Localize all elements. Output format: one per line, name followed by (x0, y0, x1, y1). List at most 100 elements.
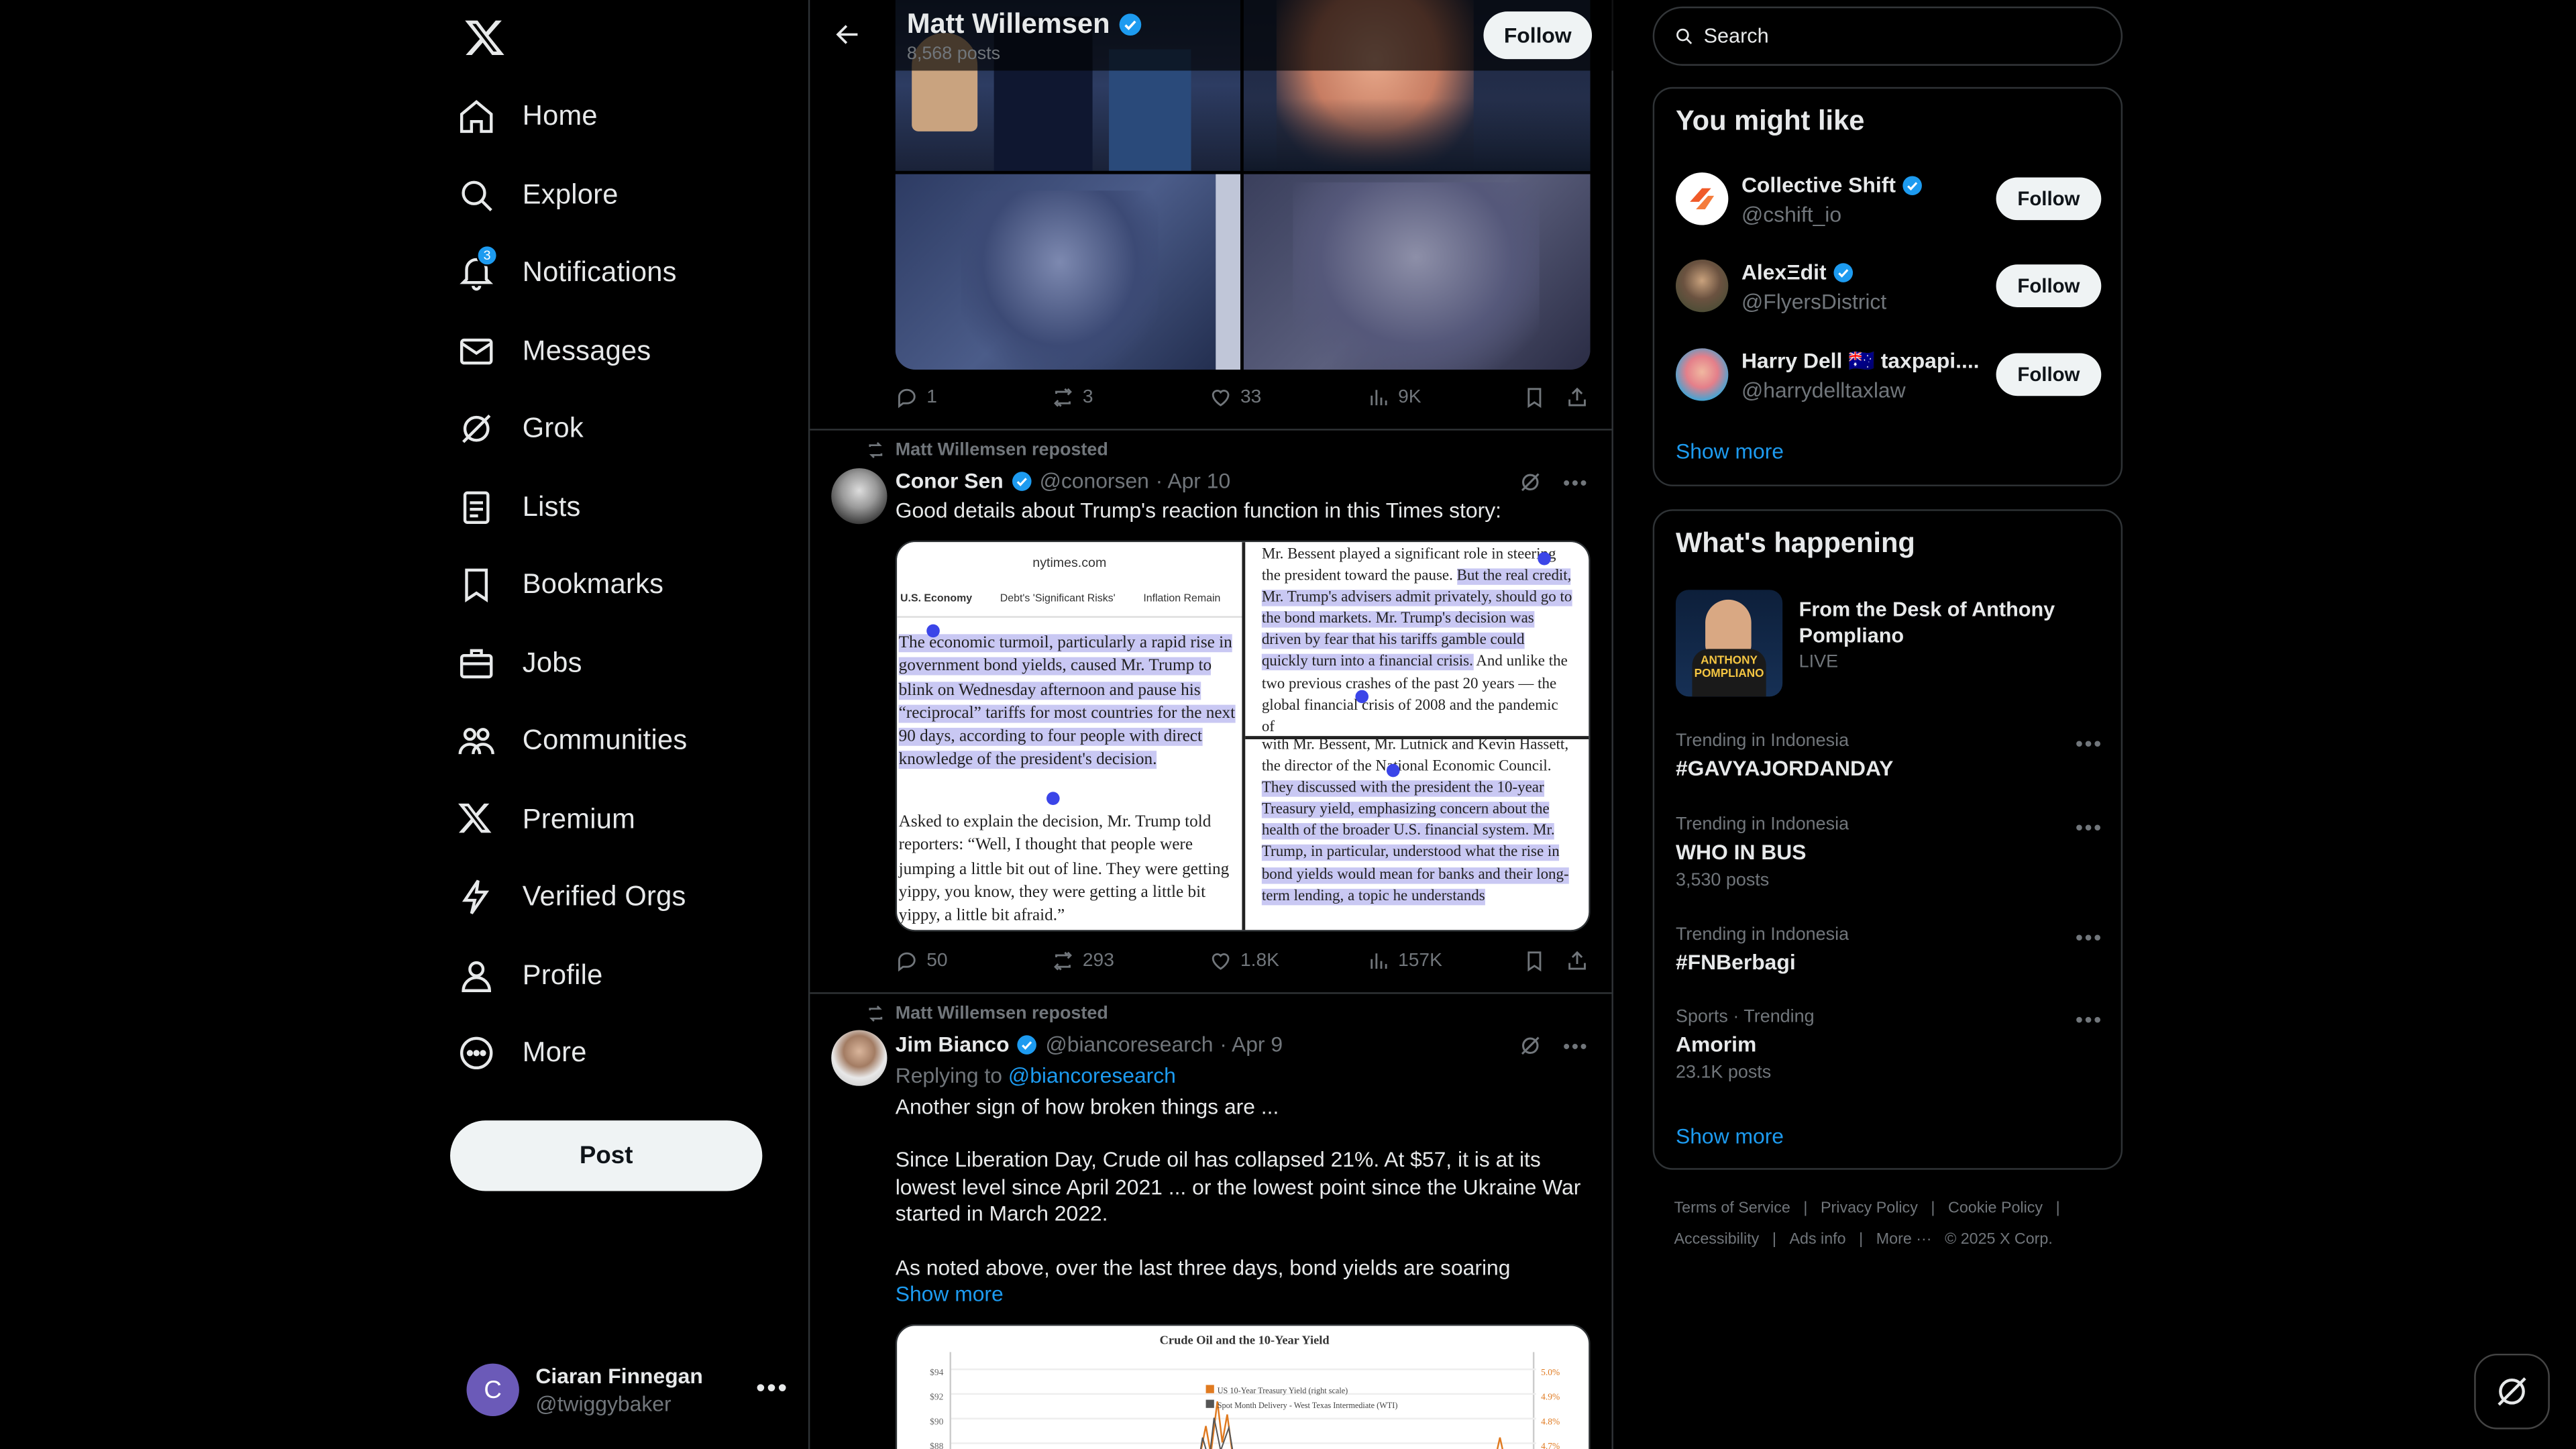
suggested-user-handle: @harrydelltaxlaw (1741, 378, 1906, 403)
tweet-image-nyt[interactable]: nytimes.com U.S. Economy Debt's 'Signifi… (895, 540, 1591, 932)
footer-link[interactable]: Accessibility (1674, 1230, 1760, 1248)
bookmark-button[interactable] (1523, 950, 1546, 973)
share-button[interactable] (1566, 950, 1589, 973)
more-dots-icon[interactable]: ••• (2076, 1007, 2103, 1032)
selection-handle[interactable] (1355, 690, 1369, 704)
nav-more[interactable]: More (457, 1020, 587, 1086)
nav-grok[interactable]: Grok (457, 396, 584, 462)
like-button[interactable]: 33 (1209, 386, 1261, 409)
footer-link[interactable]: Terms of Service (1674, 1199, 1790, 1218)
grok-icon[interactable] (1519, 470, 1544, 494)
more-dots-icon[interactable]: ••• (2076, 731, 2103, 756)
nav-notifications[interactable]: 3 Notifications (457, 240, 677, 306)
nav-lists[interactable]: Lists (457, 475, 581, 541)
footer-link[interactable]: Cookie Policy (1948, 1199, 2043, 1218)
avatar[interactable] (831, 468, 888, 525)
event-title: From the Desk of Anthony Pompliano (1799, 598, 2055, 647)
tweet-photo-4[interactable] (1243, 174, 1591, 370)
tweet-date[interactable]: · Apr 10 (1156, 468, 1231, 493)
tweet-menu: ••• (1519, 1033, 1589, 1058)
views-button[interactable]: 9K (1367, 386, 1421, 409)
author-name[interactable]: Jim Bianco (896, 1032, 1010, 1057)
more-dots-icon[interactable]: ••• (2076, 925, 2103, 950)
repost-indicator[interactable]: Matt Willemsen reposted (866, 440, 1108, 460)
nav-profile[interactable]: Profile (457, 943, 603, 1009)
nyt-highlighted-paragraph: The economic turmoil, particularly a rap… (898, 634, 1236, 770)
nav-messages[interactable]: Messages (457, 319, 651, 384)
heart-icon (1209, 386, 1232, 409)
left-nav: Home Explore 3 Notifications Messages Gr… (440, 0, 805, 1449)
suggested-user[interactable]: Harry Dell 🇦🇺 taxpapi.... @harrydelltaxl… (1675, 341, 2103, 407)
x-logo-icon[interactable] (464, 16, 506, 59)
selection-handle[interactable] (1386, 763, 1400, 777)
repost-button[interactable]: 3 (1051, 386, 1093, 409)
avatar[interactable] (831, 1030, 888, 1086)
grok-button[interactable] (2474, 1353, 2550, 1430)
grok-icon (2492, 1372, 2532, 1411)
account-switcher[interactable]: C Ciaran Finnegan @twiggybaker ••• (466, 1357, 789, 1423)
nav-premium[interactable]: Premium (457, 787, 635, 853)
more-dots-icon[interactable]: ••• (1563, 471, 1589, 494)
nav-explore[interactable]: Explore (457, 162, 619, 228)
chart-tick-label: 4.8% (1541, 1417, 1560, 1428)
more-dots-icon[interactable]: ••• (2076, 815, 2103, 840)
nyt-tabs: U.S. Economy Debt's 'Significant Risks' … (897, 582, 1242, 618)
suggested-user-name: Collective Shift (1741, 172, 1924, 197)
selection-handle[interactable] (926, 624, 940, 638)
replying-to-link[interactable]: @biancoresearch (1008, 1063, 1176, 1088)
show-more-link[interactable]: Show more (1676, 1124, 1784, 1148)
back-arrow-icon[interactable] (833, 19, 863, 49)
author-handle[interactable]: @conorsen (1040, 468, 1149, 493)
follow-button[interactable]: Follow (1996, 177, 2102, 221)
post-button[interactable]: Post (450, 1120, 763, 1191)
suggested-user[interactable]: AlexΞdit @FlyersDistrict Follow (1675, 253, 2103, 319)
share-button[interactable] (1566, 386, 1589, 409)
more-dots-icon[interactable]: ••• (756, 1375, 789, 1405)
author-handle[interactable]: @biancoresearch (1045, 1032, 1213, 1057)
selection-handle[interactable] (1046, 792, 1060, 806)
event-thumbnail: ANTHONY POMPLIANO (1675, 590, 1783, 697)
tweet-photo-3[interactable] (895, 174, 1240, 370)
show-more-link[interactable]: Show more (1676, 439, 1784, 464)
reply-icon (896, 950, 918, 973)
trend-context: Trending in Indonesia (1675, 814, 1849, 835)
trend-item[interactable]: Sports · Trending Amorim 23.1K posts ••• (1676, 1007, 2103, 1083)
reply-button[interactable]: 1 (896, 386, 937, 409)
nav-bookmarks[interactable]: Bookmarks (457, 552, 663, 618)
nav-communities[interactable]: Communities (457, 708, 688, 774)
trend-item[interactable]: Trending in Indonesia #FNBerbagi ••• (1676, 925, 2103, 974)
follow-button[interactable]: Follow (1483, 11, 1593, 60)
show-more-link[interactable]: Show more (896, 1281, 1594, 1308)
suggested-user[interactable]: Collective Shift @cshift_io Follow (1675, 166, 2103, 231)
trend-item[interactable]: Trending in Indonesia WHO IN BUS 3,530 p… (1676, 815, 2103, 891)
follow-button[interactable]: Follow (1996, 353, 2102, 396)
like-button[interactable]: 1.8K (1209, 950, 1279, 973)
grok-icon (457, 409, 496, 449)
footer-link[interactable]: More ··· (1876, 1230, 1932, 1248)
replying-to: Replying to @biancoresearch (896, 1063, 1594, 1090)
avatar: C (466, 1363, 519, 1417)
grok-icon[interactable] (1519, 1033, 1544, 1058)
search-input[interactable]: Search (1652, 6, 2123, 66)
more-dots-icon[interactable]: ••• (1563, 1034, 1589, 1057)
trend-item[interactable]: Trending in Indonesia #GAVYAJORDANDAY ••… (1676, 731, 2103, 780)
follow-button[interactable]: Follow (1996, 264, 2102, 307)
nav-premium-label: Premium (522, 803, 636, 835)
bookmark-icon (1523, 950, 1546, 973)
views-button[interactable]: 157K (1367, 950, 1442, 973)
selection-handle[interactable] (1538, 551, 1551, 566)
nav-jobs[interactable]: Jobs (457, 631, 582, 696)
tweet-actions: 50 293 1.8K 157K (896, 950, 1589, 979)
nav-home[interactable]: Home (457, 84, 598, 150)
bookmark-button[interactable] (1523, 386, 1546, 409)
tweet-date[interactable]: · Apr 9 (1220, 1032, 1283, 1057)
footer-link[interactable]: Privacy Policy (1821, 1199, 1918, 1218)
author-name[interactable]: Conor Sen (896, 468, 1004, 493)
featured-event[interactable]: ANTHONY POMPLIANO From the Desk of Antho… (1675, 590, 2103, 698)
tweet-image-chart[interactable]: Crude Oil and the 10-Year Yield US 10-Ye… (895, 1324, 1591, 1449)
nav-verified-orgs[interactable]: Verified Orgs (457, 864, 686, 930)
footer-link[interactable]: Ads info (1789, 1230, 1845, 1248)
reply-button[interactable]: 50 (896, 950, 948, 973)
repost-button[interactable]: 293 (1051, 950, 1114, 973)
repost-indicator[interactable]: Matt Willemsen reposted (866, 1004, 1108, 1024)
